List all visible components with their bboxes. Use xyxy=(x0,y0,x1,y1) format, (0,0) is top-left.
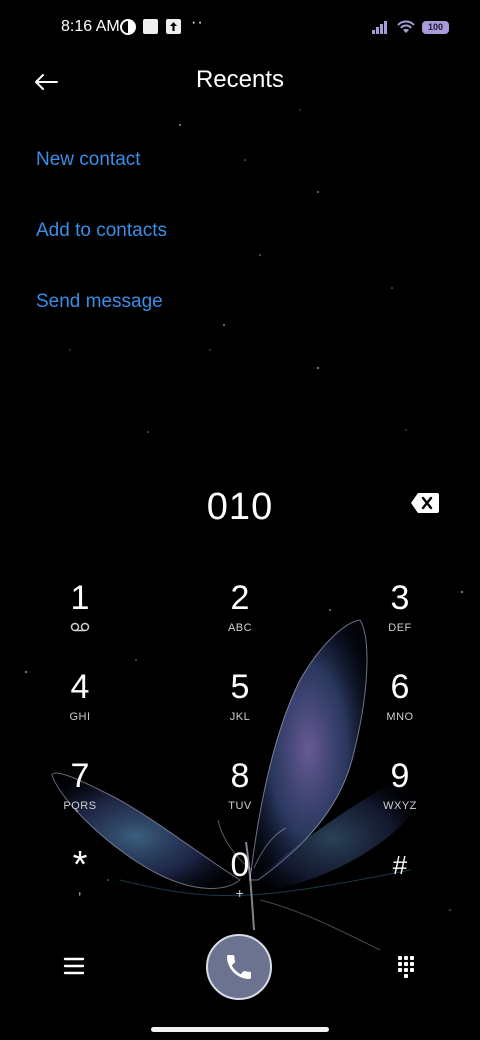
key-letters: TUV xyxy=(228,800,252,812)
key-digit: 0 xyxy=(230,846,250,884)
key-digit: 6 xyxy=(390,668,410,706)
battery-icon: 100 xyxy=(422,21,449,34)
upload-icon xyxy=(166,19,181,34)
key-digit: # xyxy=(392,850,408,880)
key-digit: 8 xyxy=(230,757,250,795)
wifi-icon xyxy=(397,20,415,33)
key-0[interactable]: 0 + xyxy=(185,845,295,925)
key-5[interactable]: 5 JKL xyxy=(185,667,295,747)
key-letters: , xyxy=(77,881,83,897)
page-title: Recents xyxy=(195,66,285,93)
call-button[interactable] xyxy=(206,934,272,1000)
key-letters: DEF xyxy=(388,622,412,634)
key-9[interactable]: 9 WXYZ xyxy=(345,756,455,836)
voicemail-icon xyxy=(70,622,90,632)
key-hash[interactable]: # xyxy=(345,845,455,925)
key-8[interactable]: 8 TUV xyxy=(185,756,295,836)
add-to-contacts-link[interactable]: Add to contacts xyxy=(36,220,167,242)
key-digit: 3 xyxy=(390,579,410,617)
key-letters: + xyxy=(235,885,245,901)
key-star[interactable]: * , xyxy=(25,845,135,925)
key-digit: 7 xyxy=(70,757,90,795)
dialpad-toggle-button[interactable] xyxy=(388,948,424,984)
key-digit: 9 xyxy=(390,757,410,795)
status-bar: 8:16 AM ·· 100 xyxy=(0,0,480,56)
key-digit: 2 xyxy=(230,579,250,617)
hamburger-menu-icon xyxy=(63,957,85,975)
key-digit: 5 xyxy=(230,668,250,706)
battery-level: 100 xyxy=(427,22,444,32)
dialpad-icon xyxy=(398,956,414,978)
home-indicator[interactable] xyxy=(151,1027,329,1032)
key-letters: PQRS xyxy=(63,800,97,812)
square-notification-icon xyxy=(143,19,158,34)
key-1[interactable]: 1 xyxy=(25,578,135,658)
phone-icon xyxy=(227,955,251,979)
backspace-button[interactable] xyxy=(410,492,444,520)
status-time: 8:16 AM xyxy=(61,18,120,35)
menu-button[interactable] xyxy=(56,948,92,984)
key-letters: GHI xyxy=(69,711,91,723)
data-saver-icon xyxy=(120,19,136,35)
key-letters: WXYZ xyxy=(383,800,417,812)
key-digit: * xyxy=(72,844,88,886)
key-7[interactable]: 7 PQRS xyxy=(25,756,135,836)
key-6[interactable]: 6 MNO xyxy=(345,667,455,747)
send-message-link[interactable]: Send message xyxy=(36,291,163,313)
key-digit: 4 xyxy=(70,668,90,706)
key-digit: 1 xyxy=(70,579,90,617)
key-3[interactable]: 3 DEF xyxy=(345,578,455,658)
key-4[interactable]: 4 GHI xyxy=(25,667,135,747)
backspace-icon xyxy=(411,493,439,513)
signal-icon xyxy=(372,21,387,34)
new-contact-link[interactable]: New contact xyxy=(36,149,141,171)
key-letters: MNO xyxy=(386,711,414,723)
key-letters: ABC xyxy=(227,622,253,634)
key-2[interactable]: 2 ABC xyxy=(185,578,295,658)
more-dots-icon: ·· xyxy=(191,14,204,31)
dialed-number: 010 xyxy=(206,486,274,528)
key-letters: JKL xyxy=(229,711,251,723)
